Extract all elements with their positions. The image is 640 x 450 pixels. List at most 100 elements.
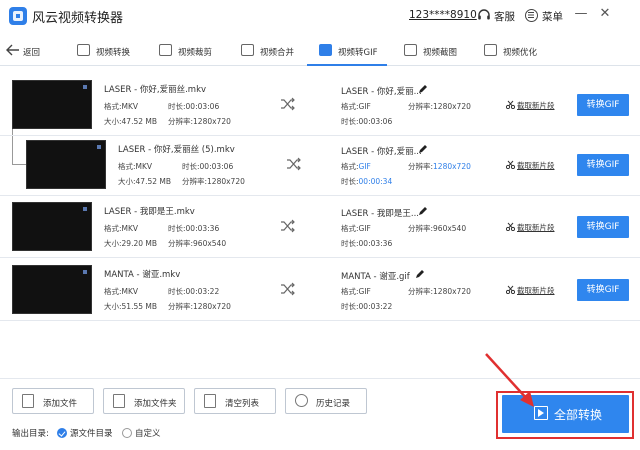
video-thumbnail[interactable] xyxy=(12,202,92,251)
radio-custom-dir-label[interactable]: 自定义 xyxy=(135,427,161,439)
value: GIF xyxy=(358,162,371,171)
video-thumbnail[interactable] xyxy=(26,140,106,189)
file-row[interactable]: LASER - 你好,爱丽丝 (5).mkv 格式: MKV 时长:00:03:06 大… xyxy=(0,134,640,196)
value: GIF xyxy=(358,224,371,233)
output-resolution: 分辨率:960x540 xyxy=(408,223,466,234)
source-duration: 时长:00:03:06 xyxy=(182,161,233,172)
headset-icon[interactable] xyxy=(477,8,491,22)
label: 格式: xyxy=(104,287,122,296)
user-account-link[interactable]: 123****8910 xyxy=(409,9,477,21)
source-size: 大小:29.20 MB xyxy=(104,238,157,249)
source-file-name: LASER - 我即是王.mkv xyxy=(104,207,195,217)
clear-list-button[interactable]: 清空列表 xyxy=(194,388,276,414)
scissors-icon xyxy=(506,160,515,169)
edit-pencil-icon[interactable] xyxy=(418,206,428,216)
active-tab-indicator xyxy=(307,64,387,66)
output-file-name[interactable]: MANTA - 谢亚.gif xyxy=(341,270,410,282)
output-file-name[interactable]: LASER - 你好,爱丽... xyxy=(341,85,422,97)
label: 时长: xyxy=(341,177,359,186)
radio-source-dir-label[interactable]: 源文件目录 xyxy=(70,427,113,439)
file-row[interactable]: LASER - 你好,爱丽丝.mkv 格式:MKV 时长:00:03:06 大小:47… xyxy=(0,74,640,136)
edit-pencil-icon[interactable] xyxy=(418,144,428,154)
tab-video-to-gif[interactable]: 视频转GIF xyxy=(319,36,387,66)
menu-label[interactable]: 菜单 xyxy=(542,9,563,24)
source-duration: 时长:00:03:22 xyxy=(168,286,219,297)
tab-video-merge[interactable]: 视频合并 xyxy=(241,36,307,66)
value: 960x540 xyxy=(193,239,227,248)
trim-segment-link[interactable]: 截取新片段 xyxy=(517,100,555,111)
close-button[interactable]: ✕ xyxy=(597,6,613,22)
tab-label: 视频优化 xyxy=(503,48,538,58)
convert-gif-button[interactable]: 转换GIF xyxy=(577,216,629,238)
value: 00:00:34 xyxy=(358,177,393,186)
edit-pencil-icon[interactable] xyxy=(418,84,428,94)
title-bar: 风云视频转换器 123****8910 客服 菜单 — ✕ xyxy=(0,0,640,32)
source-resolution: 分辨率:960x540 xyxy=(168,238,226,249)
trim-segment-link[interactable]: 截取新片段 xyxy=(517,285,555,296)
video-crop-icon xyxy=(159,44,172,56)
convert-gif-button[interactable]: 转换GIF xyxy=(577,279,629,301)
label: 时长: xyxy=(182,162,200,171)
label: 大小: xyxy=(118,177,136,186)
button-label: 历史记录 xyxy=(316,399,351,409)
tab-video-screenshot[interactable]: 视频截图 xyxy=(404,36,470,66)
support-label[interactable]: 客服 xyxy=(494,9,515,24)
value: 960x540 xyxy=(433,224,467,233)
label: 格式: xyxy=(104,102,122,111)
file-row[interactable]: MANTA - 谢亚.mkv 格式:MKV 时长:00:03:22 大小:51.55 … xyxy=(0,259,640,321)
output-resolution: 分辨率:1280x720 xyxy=(408,161,471,172)
back-arrow-icon[interactable] xyxy=(6,44,20,56)
source-file-name: LASER - 你好,爱丽丝 (5).mkv xyxy=(118,145,235,155)
radio-source-dir[interactable] xyxy=(57,428,67,438)
output-resolution: 分辨率:1280x720 xyxy=(408,101,471,112)
output-file-name[interactable]: LASER - 我即是王... xyxy=(341,207,419,219)
value: 1280x720 xyxy=(207,177,245,186)
add-file-icon xyxy=(22,394,34,408)
tab-label: 视频转换 xyxy=(96,48,131,58)
menu-icon[interactable] xyxy=(525,9,538,22)
video-thumbnail[interactable] xyxy=(12,80,92,129)
output-file-name[interactable]: LASER - 你好,爱丽... xyxy=(341,145,422,157)
source-resolution: 分辨率:1280x720 xyxy=(182,176,245,187)
trim-segment-link[interactable]: 截取新片段 xyxy=(517,160,555,171)
label: 分辨率: xyxy=(408,162,434,171)
label: 格式: xyxy=(341,102,359,111)
radio-custom-dir[interactable] xyxy=(122,428,132,438)
minimize-button[interactable]: — xyxy=(573,6,589,22)
convert-gif-button[interactable]: 转换GIF xyxy=(577,154,629,176)
output-duration: 时长:00:03:36 xyxy=(341,238,392,249)
label: 分辨率: xyxy=(408,287,434,296)
tab-video-crop[interactable]: 视频裁剪 xyxy=(159,36,225,66)
back-button[interactable]: 返回 xyxy=(23,46,40,58)
label: 大小: xyxy=(104,239,122,248)
output-format: 格式:GIF xyxy=(341,101,371,112)
source-size: 大小:47.52 MB xyxy=(118,176,171,187)
value: 47.52 MB xyxy=(121,117,158,126)
add-folder-button[interactable]: 添加文件夹 xyxy=(103,388,185,414)
history-button[interactable]: 历史记录 xyxy=(285,388,367,414)
video-merge-icon xyxy=(241,44,254,56)
clock-icon xyxy=(295,394,308,407)
label: 分辨率: xyxy=(168,117,194,126)
tab-video-convert[interactable]: 视频转换 xyxy=(77,36,143,66)
tab-video-optimize[interactable]: 视频优化 xyxy=(484,36,550,66)
tab-label: 视频截图 xyxy=(423,48,458,58)
value: 1280x720 xyxy=(193,117,231,126)
button-label: 清空列表 xyxy=(225,399,260,409)
label: 分辨率: xyxy=(408,102,434,111)
divider xyxy=(0,378,640,379)
convert-gif-button[interactable]: 转换GIF xyxy=(577,94,629,116)
add-file-button[interactable]: 添加文件 xyxy=(12,388,94,414)
value: MKV xyxy=(135,162,153,171)
label: 格式: xyxy=(341,287,359,296)
output-format: 格式:GIF xyxy=(341,223,371,234)
value: 00:03:06 xyxy=(358,117,393,126)
label: 时长: xyxy=(341,239,359,248)
file-row[interactable]: LASER - 我即是王.mkv 格式:MKV 时长:00:03:36 大小:29.2… xyxy=(0,196,640,258)
video-thumbnail[interactable] xyxy=(12,265,92,314)
optimize-icon xyxy=(484,44,497,56)
screenshot-icon xyxy=(404,44,417,56)
edit-pencil-icon[interactable] xyxy=(415,269,425,279)
label: 格式: xyxy=(341,162,359,171)
trim-segment-link[interactable]: 截取新片段 xyxy=(517,222,555,233)
